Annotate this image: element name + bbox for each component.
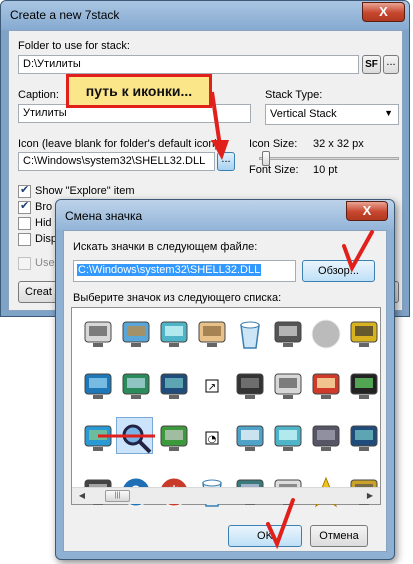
annotation-marks	[98, 230, 374, 550]
check-mark-browse	[342, 230, 374, 273]
check-mark-ok	[266, 498, 295, 550]
